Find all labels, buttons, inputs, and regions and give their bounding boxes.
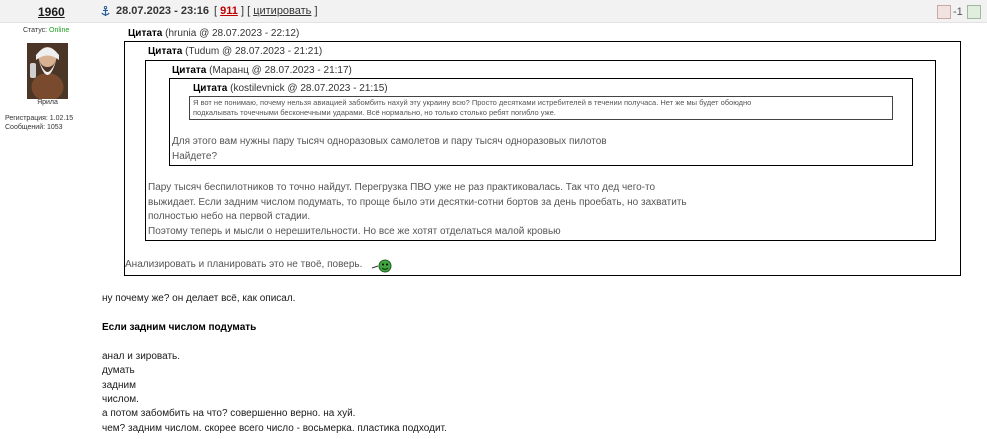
- quote-line: Найдете?: [172, 150, 218, 162]
- quote-header: Цитата (Маранц @ 28.07.2023 - 21:17): [172, 65, 352, 76]
- quote-header: Цитата (kostilevnick @ 28.07.2023 - 21:1…: [193, 83, 388, 94]
- body-text-line: задним: [102, 380, 136, 391]
- thumb-up-icon[interactable]: [967, 5, 981, 19]
- user-status: Статус: Online: [23, 27, 69, 34]
- registration-date: Регистрация: 1.02.15: [5, 115, 74, 122]
- quote-line: выжидает. Если задним числом подумать, т…: [148, 196, 687, 208]
- quote-text: Я вот не понимаю, почему нельзя авиацией…: [193, 98, 751, 117]
- avatar[interactable]: [27, 43, 68, 99]
- user-rank: Ярила: [37, 99, 58, 106]
- status-label: Статус:: [23, 27, 48, 34]
- post-number-link[interactable]: 911: [220, 5, 238, 17]
- thumb-down-icon[interactable]: [937, 5, 951, 19]
- quote-header: Цитата (hrunia @ 28.07.2023 - 22:12): [128, 28, 299, 39]
- quote-meta: (Маранц @ 28.07.2023 - 21:17): [209, 65, 352, 76]
- post-links: [ 911 ] [ цитировать ]: [214, 5, 318, 17]
- body-text-line: думать: [102, 365, 135, 376]
- quote-label: Цитата: [148, 46, 183, 57]
- quote-line: Я вот не понимаю, почему нельзя авиацией…: [193, 98, 752, 107]
- body-text-bold: Если задним числом подумать: [102, 322, 257, 333]
- quote-text: Анализировать и планировать это не твоё,…: [125, 259, 363, 270]
- body-text-line: а потом забомбить на что? совершенно вер…: [102, 408, 356, 419]
- quote-line: подкалывать точечными бесконечными удара…: [193, 107, 556, 117]
- quote-text: Для этого вам нужны пару тысяч одноразов…: [172, 135, 607, 164]
- quote-line: Поэтому теперь и мысли о нерешительности…: [148, 225, 561, 237]
- status-value: Online: [49, 27, 70, 34]
- quote-text: Пару тысяч беспилотников то точно найдут…: [148, 181, 687, 239]
- bracket-close: ]: [240, 5, 244, 17]
- bracket-open: [: [247, 5, 251, 17]
- body-text-line: анал и зировать.: [102, 351, 181, 362]
- body-text-line: числом.: [102, 394, 139, 405]
- quote-label: Цитата: [193, 83, 228, 94]
- post-date: 28.07.2023 - 23:16: [116, 5, 209, 17]
- username-link[interactable]: 1960: [38, 5, 65, 19]
- post-header: 1960 28.07.2023 - 23:16 [ 911 ] [ цитиро…: [0, 0, 987, 23]
- quote-label: Цитата: [172, 65, 207, 76]
- anchor-icon[interactable]: [101, 6, 110, 17]
- quote-link[interactable]: цитировать: [253, 5, 311, 17]
- body-text-line: ну почему же? он делает всё, как описал.: [102, 293, 296, 304]
- quote-line: Пару тысяч беспилотников то точно найдут…: [148, 182, 656, 193]
- quote-meta: (kostilevnick @ 28.07.2023 - 21:15): [230, 83, 388, 94]
- message-count: Сообщений: 1053: [5, 124, 63, 131]
- quote-line: полностью небо на первой стадии.: [148, 211, 311, 222]
- quote-meta: (Tudum @ 28.07.2023 - 21:21): [185, 46, 323, 57]
- body-text-line: чем? задним числом. скорее всего число -…: [102, 423, 447, 434]
- bracket-close: ]: [314, 5, 318, 17]
- quote-meta: (hrunia @ 28.07.2023 - 22:12): [165, 28, 300, 39]
- quote-line: Для этого вам нужны пару тысяч одноразов…: [172, 136, 607, 147]
- rating-value: -1: [953, 6, 963, 18]
- quote-label: Цитата: [128, 28, 163, 39]
- smiley-icon: [371, 259, 392, 273]
- bracket-open: [: [214, 5, 218, 17]
- quote-header: Цитата (Tudum @ 28.07.2023 - 21:21): [148, 46, 322, 57]
